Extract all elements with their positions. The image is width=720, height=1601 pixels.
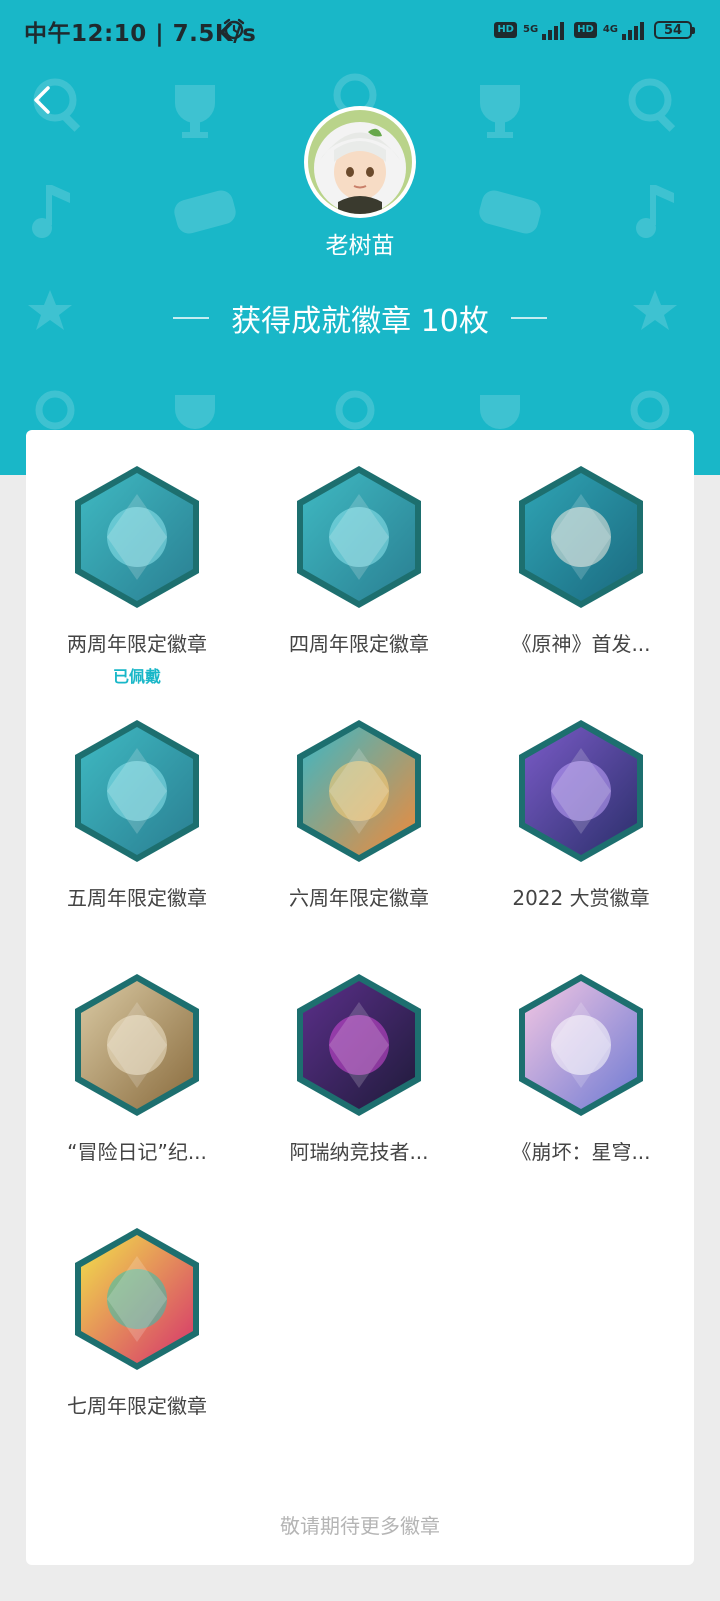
badge-name: 七周年限定徽章	[67, 1394, 207, 1418]
avatar[interactable]	[304, 106, 416, 218]
badge-item[interactable]: 四周年限定徽章	[248, 464, 470, 657]
badge-item[interactable]: 《原神》首发...	[470, 464, 692, 657]
badge-item[interactable]: 《崩坏：星穹...	[470, 972, 692, 1165]
more-badges-hint: 敬请期待更多徽章	[280, 1514, 440, 1538]
badge-hexagon-icon	[75, 1228, 199, 1370]
badge-hexagon-icon	[297, 974, 421, 1116]
badge-item[interactable]: “冒险日记”纪...	[26, 972, 248, 1165]
badge-name: 《原神》首发...	[511, 632, 651, 656]
achievement-summary: 获得成就徽章 10枚	[0, 296, 720, 340]
badge-name: 两周年限定徽章	[67, 632, 207, 656]
network-type-label: 5G	[522, 24, 539, 35]
badge-hexagon-icon	[519, 974, 643, 1116]
hd-badge: HD	[494, 22, 517, 38]
badge-status: 已佩戴	[112, 667, 161, 686]
back-button[interactable]	[24, 80, 64, 120]
badge-name: 《崩坏：星穹...	[511, 1140, 651, 1164]
badge-item[interactable]: 五周年限定徽章	[26, 718, 248, 911]
badge-hexagon-icon	[75, 720, 199, 862]
badge-name: 六周年限定徽章	[289, 886, 429, 910]
status-indicators: HD 5G HD 4G 54	[494, 16, 695, 44]
signal-icon	[542, 22, 565, 40]
badge-name: “冒险日记”纪...	[67, 1140, 207, 1164]
user-name: 老树苗	[325, 233, 395, 259]
badge-name: 阿瑞纳竞技者...	[289, 1140, 429, 1164]
badge-name: 2022 大赏徽章	[512, 886, 650, 910]
badge-hexagon-icon	[519, 466, 643, 608]
badge-item[interactable]: 阿瑞纳竞技者...	[248, 972, 470, 1165]
profile-header: 中午12:10 | 7.5K/s HD 5G HD 4G 54 老树苗 获得成就…	[0, 0, 720, 475]
badge-hexagon-icon	[75, 466, 199, 608]
network-type-label: 4G	[602, 24, 618, 35]
badge-hexagon-icon	[519, 720, 643, 862]
badge-name: 五周年限定徽章	[67, 886, 207, 910]
badge-hexagon-icon	[75, 974, 199, 1116]
signal-icon	[622, 22, 644, 40]
divider-line	[510, 317, 547, 319]
badge-item[interactable]: 2022 大赏徽章	[470, 718, 692, 911]
badge-item[interactable]: 七周年限定徽章	[26, 1226, 248, 1419]
badge-item[interactable]: 六周年限定徽章	[248, 718, 470, 911]
badge-card: 两周年限定徽章 已佩戴 四周年限定徽章 《原神》首发... 五周年限定徽章 六周年限定徽章…	[26, 430, 694, 1565]
avatar-image	[308, 110, 412, 214]
badge-item[interactable]: 两周年限定徽章已佩戴	[26, 464, 248, 687]
achievement-count: 获得成就徽章 10枚	[231, 304, 489, 339]
badge-hexagon-icon	[297, 466, 421, 608]
divider-line	[173, 317, 210, 319]
badge-name: 四周年限定徽章	[289, 632, 429, 656]
hd-badge: HD	[574, 22, 597, 38]
badge-hexagon-icon	[297, 720, 421, 862]
battery-icon: 54	[654, 21, 695, 39]
status-bar: 中午12:10 | 7.5K/s HD 5G HD 4G 54	[0, 0, 720, 60]
battery-level: 54	[663, 22, 683, 38]
alarm-icon	[223, 18, 245, 40]
